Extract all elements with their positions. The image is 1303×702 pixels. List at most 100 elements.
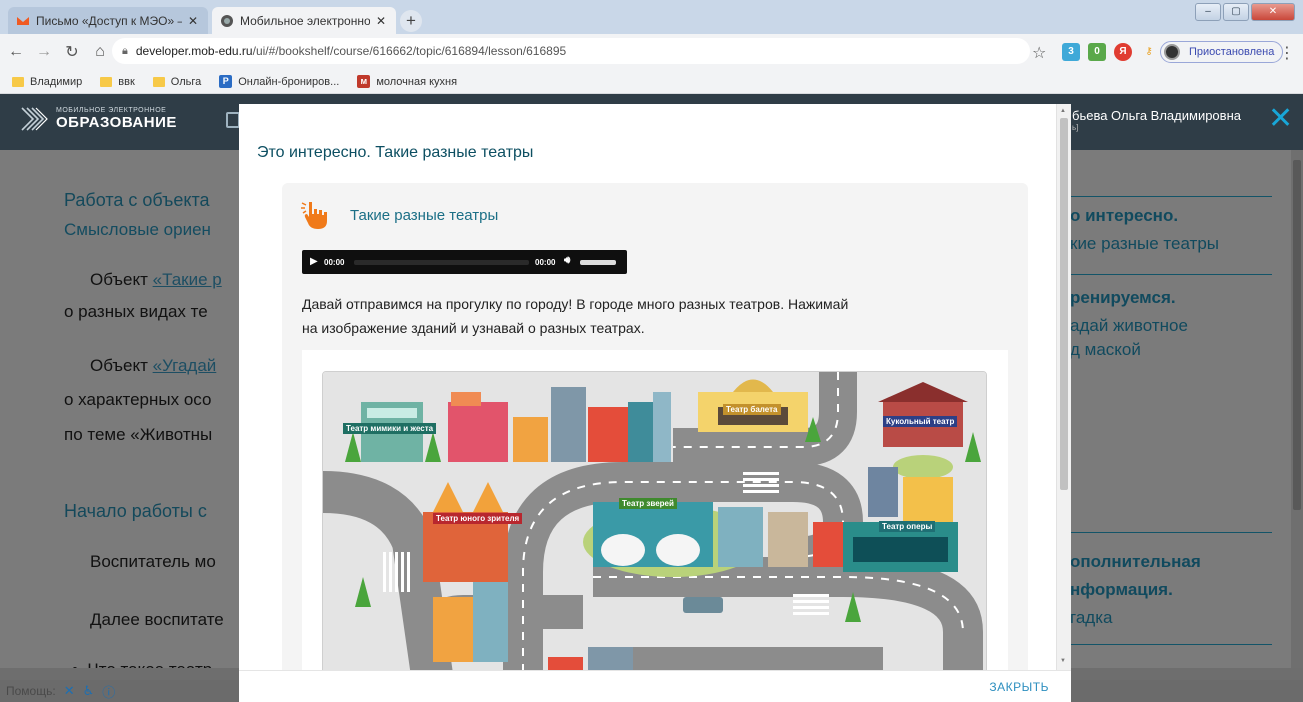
key-icon[interactable]: ⚷	[1140, 43, 1158, 61]
address-bar-row: ← → ↻ ⌂ 🔒︎ developer.mob-edu.ru/ui/#/boo…	[0, 34, 1303, 70]
tab-mail[interactable]: Письмо «Доступ к МЭО» — Род ✕	[8, 7, 208, 34]
sidebar-item-sub[interactable]: гадка	[1070, 608, 1112, 628]
close-icon[interactable]: ✕	[1268, 104, 1293, 134]
bookmarks-bar: Владимир ввк Ольга P Онлайн-брониров... м…	[0, 70, 1303, 94]
tab-mob-edu[interactable]: Мобильное электронное обра ✕	[212, 7, 396, 34]
volume-icon[interactable]: 🔊︎	[564, 255, 570, 266]
minimize-icon[interactable]: –	[1195, 3, 1221, 21]
sidebar-item-sub[interactable]: д маской	[1070, 340, 1141, 360]
user-name[interactable]: бьева Ольга Владимировна ь]	[1072, 108, 1241, 132]
new-tab-button[interactable]: +	[400, 10, 422, 32]
object-link[interactable]: «Такие р	[153, 270, 222, 289]
close-button[interactable]: ЗАКРЫТЬ	[989, 680, 1049, 694]
lock-icon: 🔒︎	[122, 44, 128, 57]
book-icon[interactable]	[226, 112, 240, 128]
accessibility-icon[interactable]: ♿︎	[83, 683, 95, 699]
label-mime-theatre[interactable]: Театр мимики и жеста	[343, 423, 437, 434]
audio-duration: 00:00	[535, 258, 556, 267]
extension-icon[interactable]: 0	[1088, 43, 1106, 61]
lesson-modal: Это интересно. Такие разные театры Такие…	[239, 104, 1071, 702]
modal-footer: ЗАКРЫТЬ	[239, 670, 1071, 702]
profile-label: Приостановлена	[1189, 46, 1275, 58]
site-logo[interactable]: МОБИЛЬНОЕ ЭЛЕКТРОННОЕ ОБРАЗОВАНИЕ	[18, 104, 177, 134]
section-heading: Работа с объекта	[64, 190, 210, 210]
window-controls: – ▢ ✕	[1195, 3, 1295, 21]
extension-icon[interactable]: 3	[1062, 43, 1080, 61]
yandex-icon[interactable]: Я	[1114, 43, 1132, 61]
folder-icon	[100, 76, 113, 87]
info-icon[interactable]: ⓘ	[102, 682, 115, 701]
bookmark-item[interactable]: Владимир	[12, 76, 82, 88]
window-close-icon[interactable]: ✕	[1251, 3, 1295, 21]
tab-close-icon[interactable]: ✕	[376, 14, 386, 28]
paragraph: по теме «Животны	[64, 425, 213, 444]
play-icon[interactable]: ▶	[310, 256, 318, 267]
tab-close-icon[interactable]: ✕	[188, 14, 198, 28]
sidebar-item-title[interactable]: о интересно.	[1070, 206, 1178, 226]
sidebar-item-title[interactable]: ополнительная	[1070, 552, 1201, 572]
tab-title: Мобильное электронное обра	[240, 13, 370, 28]
mob-edu-favicon-icon	[221, 14, 233, 27]
back-arrow-icon[interactable]: ←	[4, 43, 28, 61]
extensions: 3 0 Я ⚷	[1062, 43, 1158, 61]
browser-tabbar: Письмо «Доступ к МЭО» — Род ✕ Мобильное …	[0, 0, 1303, 34]
label-youth-theatre[interactable]: Театр юного зрителя	[433, 513, 523, 524]
image-container: Театр мимики и жеста Театр балета Куколь…	[302, 350, 1008, 683]
label-animal-theatre[interactable]: Театр зверей	[619, 498, 677, 509]
tab-title: Письмо «Доступ к МЭО» — Род	[36, 13, 182, 28]
label-puppet-theatre[interactable]: Кукольный театр	[883, 416, 958, 427]
url-host: developer.mob-edu.ru	[135, 44, 253, 58]
url-path: /ui/#/bookshelf/course/616662/topic/6168…	[252, 44, 567, 58]
kitchen-icon: м	[357, 75, 371, 88]
modal-title: Это интересно. Такие разные театры	[257, 144, 534, 161]
label-ballet-theatre[interactable]: Театр балета	[723, 404, 781, 415]
audio-progress-slider[interactable]	[354, 260, 529, 265]
folder-icon	[152, 76, 165, 87]
paragraph: Далее воспитате	[90, 610, 224, 629]
description: Давай отправимся на прогулку по городу! …	[302, 296, 849, 336]
folder-icon	[12, 76, 24, 87]
bookmark-item[interactable]: м молочная кухня	[357, 75, 457, 88]
paragraph: Воспитатель мо	[90, 552, 216, 571]
city-map-image[interactable]: Театр мимики и жеста Театр балета Куколь…	[322, 371, 987, 681]
scroll-up-icon[interactable]: ▲	[1060, 108, 1066, 114]
section-subheading: Смысловые ориен	[64, 220, 211, 239]
sidebar-item-sub[interactable]: адай животное	[1070, 316, 1188, 336]
mail-icon	[17, 16, 29, 25]
booking-icon: P	[219, 75, 233, 88]
paragraph: Объект «Угадай	[90, 356, 217, 375]
bookmark-item[interactable]: Ольга	[152, 76, 201, 88]
sidebar-item-sub[interactable]: кие разные театры	[1070, 234, 1219, 254]
volume-slider[interactable]	[580, 260, 616, 265]
object-link[interactable]: «Угадай	[153, 356, 217, 375]
page-scrollbar[interactable]	[1291, 150, 1303, 680]
card-title: Такие разные театры	[350, 207, 499, 224]
paragraph: о характерных осо	[64, 390, 212, 409]
bookmark-item[interactable]: ввк	[100, 76, 135, 88]
sidebar-item-title[interactable]: ренируемся.	[1070, 288, 1176, 308]
bookmark-item[interactable]: P Онлайн-брониров...	[219, 75, 339, 88]
audio-player: ▶ 00:00 00:00 🔊︎	[302, 250, 627, 274]
pointing-hand-icon	[301, 202, 327, 229]
content-card: Такие разные театры ▶ 00:00 00:00 🔊︎ Дав…	[282, 183, 1028, 683]
tools-icon[interactable]: ✕	[64, 683, 75, 699]
paragraph: о разных видах те	[64, 302, 208, 321]
browser-menu-icon[interactable]: ⋮	[1279, 43, 1295, 63]
paragraph: Объект «Такие р	[90, 270, 222, 289]
bookmark-star-icon[interactable]: ☆	[1032, 43, 1046, 63]
forward-arrow-icon[interactable]: →	[32, 43, 56, 61]
home-icon[interactable]: ⌂	[88, 43, 112, 61]
logo-mark-icon	[21, 107, 48, 131]
modal-scrollbar[interactable]: ▲ ▼	[1056, 104, 1071, 670]
section-heading: Начало работы с	[64, 501, 207, 521]
scroll-down-icon[interactable]: ▼	[1060, 658, 1066, 664]
audio-current-time: 00:00	[324, 258, 345, 267]
profile-button[interactable]: Приостановлена	[1160, 41, 1284, 63]
label-opera-theatre[interactable]: Театр оперы	[879, 521, 936, 532]
sidebar-item-title[interactable]: нформация.	[1070, 580, 1173, 600]
maximize-icon[interactable]: ▢	[1223, 3, 1249, 21]
scrollbar-thumb[interactable]	[1060, 118, 1068, 490]
avatar	[1164, 44, 1180, 60]
reload-icon[interactable]: ↻	[60, 42, 84, 62]
url-input[interactable]: 🔒︎ developer.mob-edu.ru/ui/#/bookshelf/c…	[112, 38, 1030, 64]
